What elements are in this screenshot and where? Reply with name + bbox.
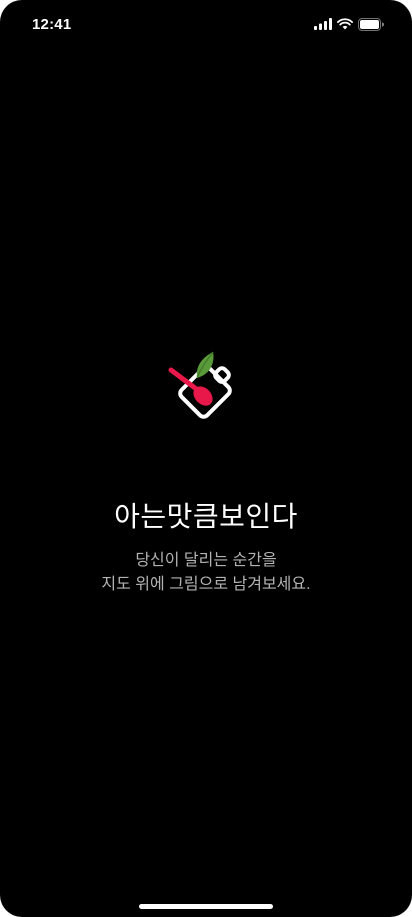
battery-icon bbox=[358, 17, 384, 31]
splash-screen: 12:41 아는맛큼보인다 당신이 달리는 순간을 지도 위에 그림으로 남겨보… bbox=[0, 0, 412, 917]
wifi-icon bbox=[337, 18, 353, 30]
status-bar: 12:41 bbox=[0, 0, 412, 48]
splash-subtitle: 당신이 달리는 순간을 지도 위에 그림으로 남겨보세요. bbox=[0, 549, 412, 597]
home-indicator[interactable] bbox=[139, 904, 273, 909]
app-logo bbox=[165, 348, 249, 428]
splash-title: 아는맛큼보인다 bbox=[114, 501, 298, 532]
signal-icon bbox=[314, 18, 332, 30]
status-time: 12:41 bbox=[32, 16, 72, 33]
subtitle-line-1: 당신이 달리는 순간을 bbox=[135, 552, 277, 569]
subtitle-line-2: 지도 위에 그림으로 남겨보세요. bbox=[101, 576, 311, 593]
status-icons bbox=[314, 16, 384, 32]
cutting-board-spoon-leaf-icon bbox=[168, 351, 232, 419]
